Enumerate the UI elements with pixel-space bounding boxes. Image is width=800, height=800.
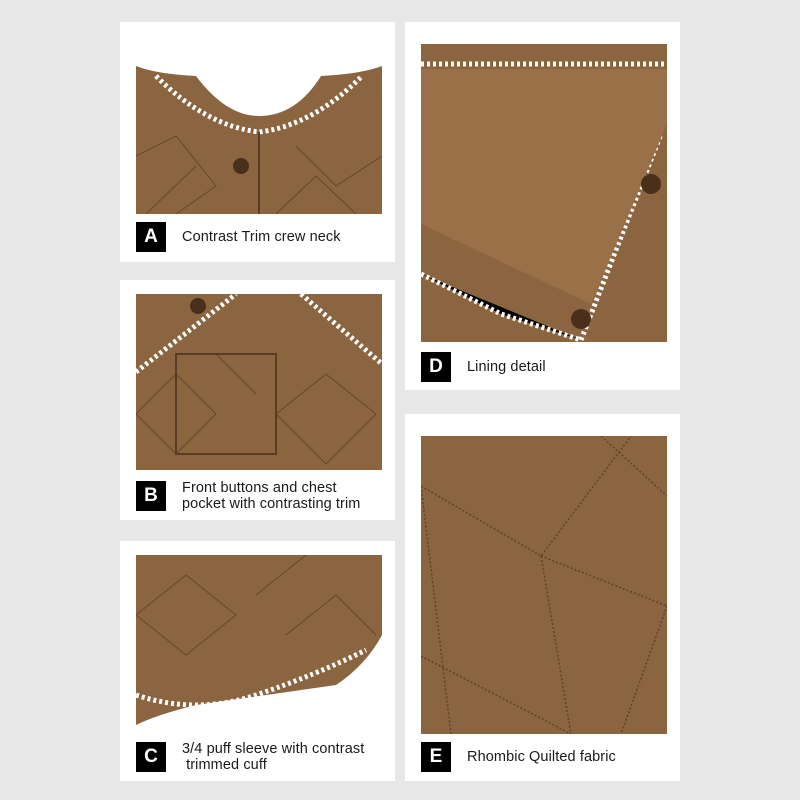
panel-a: A Contrast Trim crew neck bbox=[120, 22, 395, 262]
caption-a-text: Contrast Trim crew neck bbox=[182, 229, 341, 245]
caption-e: E Rhombic Quilted fabric bbox=[421, 742, 616, 772]
chest-pocket-photo bbox=[136, 294, 382, 470]
caption-c: C 3/4 puff sleeve with contrast trimmed … bbox=[136, 741, 364, 773]
caption-b-line-2: pocket with contrasting trim bbox=[182, 496, 361, 512]
caption-d-line-1: Lining detail bbox=[467, 359, 546, 375]
caption-c-line-2: trimmed cuff bbox=[182, 757, 267, 773]
crew-neck-photo bbox=[136, 36, 382, 214]
quilted-fabric-photo bbox=[421, 436, 667, 734]
caption-b: B Front buttons and chest pocket with co… bbox=[136, 480, 360, 512]
badge-b: B bbox=[136, 481, 166, 511]
caption-c-line-1: 3/4 puff sleeve with contrast bbox=[182, 741, 365, 757]
badge-a: A bbox=[136, 222, 166, 252]
caption-a: A Contrast Trim crew neck bbox=[136, 222, 341, 252]
badge-d: D bbox=[421, 352, 451, 382]
badge-c: C bbox=[136, 742, 166, 772]
caption-c-text: 3/4 puff sleeve with contrast trimmed cu… bbox=[182, 741, 364, 773]
caption-d-text: Lining detail bbox=[467, 359, 546, 375]
panel-b: B Front buttons and chest pocket with co… bbox=[120, 280, 395, 520]
panel-e: E Rhombic Quilted fabric bbox=[405, 414, 680, 781]
caption-b-line-1: Front buttons and chest bbox=[182, 480, 337, 496]
panel-c: C 3/4 puff sleeve with contrast trimmed … bbox=[120, 541, 395, 781]
caption-a-line-1: Contrast Trim crew neck bbox=[182, 229, 341, 245]
puff-sleeve-photo bbox=[136, 555, 382, 731]
caption-e-line-1: Rhombic Quilted fabric bbox=[467, 749, 616, 765]
panel-d: D Lining detail bbox=[405, 22, 680, 390]
lining-detail-photo bbox=[421, 44, 667, 342]
caption-d: D Lining detail bbox=[421, 352, 546, 382]
caption-e-text: Rhombic Quilted fabric bbox=[467, 749, 616, 765]
caption-b-text: Front buttons and chest pocket with cont… bbox=[182, 480, 360, 512]
badge-e: E bbox=[421, 742, 451, 772]
